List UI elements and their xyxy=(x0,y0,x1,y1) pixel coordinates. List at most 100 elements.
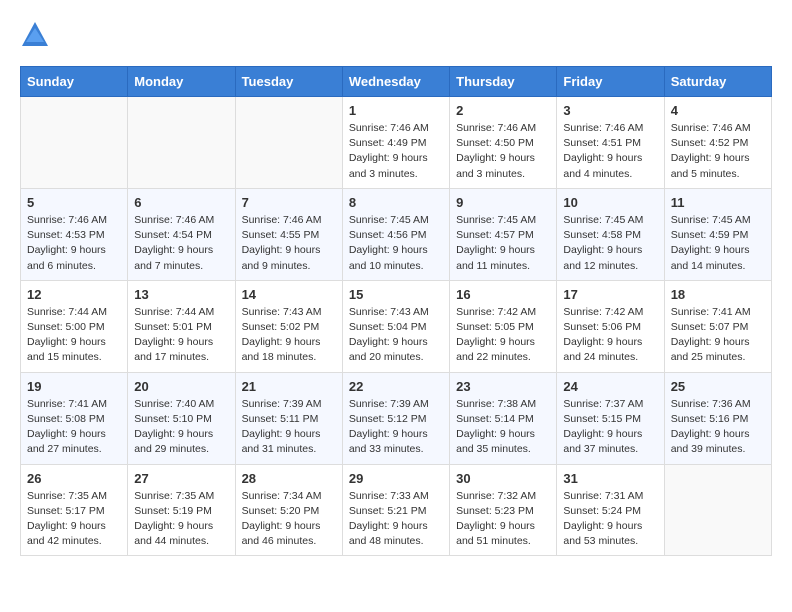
day-info: Sunrise: 7:38 AM Sunset: 5:14 PM Dayligh… xyxy=(456,397,550,458)
day-info: Sunrise: 7:45 AM Sunset: 4:57 PM Dayligh… xyxy=(456,213,550,274)
calendar-week-row: 1Sunrise: 7:46 AM Sunset: 4:49 PM Daylig… xyxy=(21,97,772,189)
day-number: 6 xyxy=(134,195,228,210)
day-number: 5 xyxy=(27,195,121,210)
day-info: Sunrise: 7:46 AM Sunset: 4:54 PM Dayligh… xyxy=(134,213,228,274)
day-number: 29 xyxy=(349,471,443,486)
day-info: Sunrise: 7:46 AM Sunset: 4:49 PM Dayligh… xyxy=(349,121,443,182)
weekday-header-monday: Monday xyxy=(128,67,235,97)
page-header xyxy=(20,20,772,50)
day-info: Sunrise: 7:43 AM Sunset: 5:02 PM Dayligh… xyxy=(242,305,336,366)
calendar-cell: 22 Sunrise: 7:39 AM Sunset: 5:12 PM Dayli… xyxy=(342,372,449,464)
day-number: 22 xyxy=(349,379,443,394)
calendar-cell xyxy=(235,97,342,189)
calendar-cell: 11 Sunrise: 7:45 AM Sunset: 4:59 PM Dayli… xyxy=(664,188,771,280)
calendar-cell: 25 Sunrise: 7:36 AM Sunset: 5:16 PM Dayli… xyxy=(664,372,771,464)
day-number: 9 xyxy=(456,195,550,210)
calendar-cell: 28 Sunrise: 7:34 AM Sunset: 5:20 PM Dayli… xyxy=(235,464,342,556)
day-info: Sunrise: 7:39 AM Sunset: 5:11 PM Dayligh… xyxy=(242,397,336,458)
calendar-cell: 16Sunrise: 7:42 AM Sunset: 5:05 PM Dayli… xyxy=(450,280,557,372)
calendar-cell: 15 Sunrise: 7:43 AM Sunset: 5:04 PM Dayli… xyxy=(342,280,449,372)
day-info: Sunrise: 7:46 AM Sunset: 4:51 PM Dayligh… xyxy=(563,121,657,182)
day-number: 8 xyxy=(349,195,443,210)
day-number: 21 xyxy=(242,379,336,394)
day-number: 28 xyxy=(242,471,336,486)
day-info: Sunrise: 7:40 AM Sunset: 5:10 PM Dayligh… xyxy=(134,397,228,458)
calendar-cell: 13Sunrise: 7:44 AM Sunset: 5:01 PM Dayli… xyxy=(128,280,235,372)
calendar-cell: 7Sunrise: 7:46 AM Sunset: 4:55 PM Daylig… xyxy=(235,188,342,280)
day-info: Sunrise: 7:43 AM Sunset: 5:04 PM Dayligh… xyxy=(349,305,443,366)
day-number: 10 xyxy=(563,195,657,210)
calendar-cell: 1Sunrise: 7:46 AM Sunset: 4:49 PM Daylig… xyxy=(342,97,449,189)
day-info: Sunrise: 7:46 AM Sunset: 4:50 PM Dayligh… xyxy=(456,121,550,182)
calendar-cell: 18 Sunrise: 7:41 AM Sunset: 5:07 PM Dayli… xyxy=(664,280,771,372)
weekday-header-tuesday: Tuesday xyxy=(235,67,342,97)
calendar-cell: 14 Sunrise: 7:43 AM Sunset: 5:02 PM Dayli… xyxy=(235,280,342,372)
calendar-cell: 3 Sunrise: 7:46 AM Sunset: 4:51 PM Daylig… xyxy=(557,97,664,189)
day-info: Sunrise: 7:44 AM Sunset: 5:00 PM Dayligh… xyxy=(27,305,121,366)
day-number: 23 xyxy=(456,379,550,394)
day-number: 31 xyxy=(563,471,657,486)
weekday-header-saturday: Saturday xyxy=(664,67,771,97)
calendar-cell: 26Sunrise: 7:35 AM Sunset: 5:17 PM Dayli… xyxy=(21,464,128,556)
day-info: Sunrise: 7:31 AM Sunset: 5:24 PM Dayligh… xyxy=(563,489,657,550)
calendar-cell: 6 Sunrise: 7:46 AM Sunset: 4:54 PM Daylig… xyxy=(128,188,235,280)
day-number: 13 xyxy=(134,287,228,302)
calendar-cell: 9 Sunrise: 7:45 AM Sunset: 4:57 PM Daylig… xyxy=(450,188,557,280)
calendar-cell xyxy=(664,464,771,556)
day-number: 24 xyxy=(563,379,657,394)
day-info: Sunrise: 7:32 AM Sunset: 5:23 PM Dayligh… xyxy=(456,489,550,550)
calendar-cell: 4Sunrise: 7:46 AM Sunset: 4:52 PM Daylig… xyxy=(664,97,771,189)
calendar-cell: 23 Sunrise: 7:38 AM Sunset: 5:14 PM Dayli… xyxy=(450,372,557,464)
weekday-header-row: SundayMondayTuesdayWednesdayThursdayFrid… xyxy=(21,67,772,97)
day-info: Sunrise: 7:42 AM Sunset: 5:05 PM Dayligh… xyxy=(456,305,550,366)
logo-icon xyxy=(20,20,50,50)
day-number: 17 xyxy=(563,287,657,302)
day-info: Sunrise: 7:36 AM Sunset: 5:16 PM Dayligh… xyxy=(671,397,765,458)
calendar-cell: 27Sunrise: 7:35 AM Sunset: 5:19 PM Dayli… xyxy=(128,464,235,556)
calendar-cell: 29 Sunrise: 7:33 AM Sunset: 5:21 PM Dayli… xyxy=(342,464,449,556)
day-number: 14 xyxy=(242,287,336,302)
day-number: 15 xyxy=(349,287,443,302)
calendar-week-row: 26Sunrise: 7:35 AM Sunset: 5:17 PM Dayli… xyxy=(21,464,772,556)
day-number: 30 xyxy=(456,471,550,486)
day-info: Sunrise: 7:41 AM Sunset: 5:07 PM Dayligh… xyxy=(671,305,765,366)
weekday-header-thursday: Thursday xyxy=(450,67,557,97)
day-number: 2 xyxy=(456,103,550,118)
calendar-cell: 21 Sunrise: 7:39 AM Sunset: 5:11 PM Dayli… xyxy=(235,372,342,464)
calendar-cell: 31 Sunrise: 7:31 AM Sunset: 5:24 PM Dayli… xyxy=(557,464,664,556)
calendar-cell xyxy=(128,97,235,189)
day-info: Sunrise: 7:33 AM Sunset: 5:21 PM Dayligh… xyxy=(349,489,443,550)
day-info: Sunrise: 7:46 AM Sunset: 4:53 PM Dayligh… xyxy=(27,213,121,274)
calendar-week-row: 19Sunrise: 7:41 AM Sunset: 5:08 PM Dayli… xyxy=(21,372,772,464)
day-info: Sunrise: 7:37 AM Sunset: 5:15 PM Dayligh… xyxy=(563,397,657,458)
day-info: Sunrise: 7:42 AM Sunset: 5:06 PM Dayligh… xyxy=(563,305,657,366)
day-info: Sunrise: 7:39 AM Sunset: 5:12 PM Dayligh… xyxy=(349,397,443,458)
day-number: 18 xyxy=(671,287,765,302)
day-info: Sunrise: 7:34 AM Sunset: 5:20 PM Dayligh… xyxy=(242,489,336,550)
day-number: 20 xyxy=(134,379,228,394)
day-info: Sunrise: 7:45 AM Sunset: 4:59 PM Dayligh… xyxy=(671,213,765,274)
calendar-cell xyxy=(21,97,128,189)
day-number: 3 xyxy=(563,103,657,118)
day-number: 11 xyxy=(671,195,765,210)
calendar-cell: 24 Sunrise: 7:37 AM Sunset: 5:15 PM Dayli… xyxy=(557,372,664,464)
day-info: Sunrise: 7:46 AM Sunset: 4:55 PM Dayligh… xyxy=(242,213,336,274)
calendar-cell: 17 Sunrise: 7:42 AM Sunset: 5:06 PM Dayli… xyxy=(557,280,664,372)
day-info: Sunrise: 7:41 AM Sunset: 5:08 PM Dayligh… xyxy=(27,397,121,458)
calendar-cell: 5 Sunrise: 7:46 AM Sunset: 4:53 PM Daylig… xyxy=(21,188,128,280)
weekday-header-wednesday: Wednesday xyxy=(342,67,449,97)
calendar-cell: 30 Sunrise: 7:32 AM Sunset: 5:23 PM Dayli… xyxy=(450,464,557,556)
day-number: 25 xyxy=(671,379,765,394)
calendar-table: SundayMondayTuesdayWednesdayThursdayFrid… xyxy=(20,66,772,556)
day-number: 12 xyxy=(27,287,121,302)
calendar-cell: 12 Sunrise: 7:44 AM Sunset: 5:00 PM Dayli… xyxy=(21,280,128,372)
calendar-cell: 10 Sunrise: 7:45 AM Sunset: 4:58 PM Dayli… xyxy=(557,188,664,280)
day-info: Sunrise: 7:45 AM Sunset: 4:58 PM Dayligh… xyxy=(563,213,657,274)
calendar-cell: 20 Sunrise: 7:40 AM Sunset: 5:10 PM Dayli… xyxy=(128,372,235,464)
calendar-week-row: 5 Sunrise: 7:46 AM Sunset: 4:53 PM Daylig… xyxy=(21,188,772,280)
weekday-header-sunday: Sunday xyxy=(21,67,128,97)
day-number: 4 xyxy=(671,103,765,118)
calendar-cell: 2 Sunrise: 7:46 AM Sunset: 4:50 PM Daylig… xyxy=(450,97,557,189)
calendar-week-row: 12 Sunrise: 7:44 AM Sunset: 5:00 PM Dayli… xyxy=(21,280,772,372)
day-info: Sunrise: 7:35 AM Sunset: 5:19 PM Dayligh… xyxy=(134,489,228,550)
